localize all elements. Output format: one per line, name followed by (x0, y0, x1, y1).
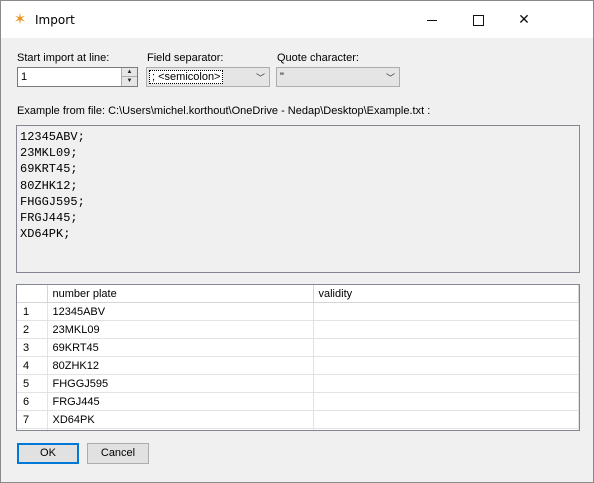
table-row[interactable]: 8 (17, 428, 579, 430)
table-row[interactable]: 3 69KRT45 (17, 338, 579, 357)
row-number: 7 (17, 410, 48, 429)
example-line: 12345ABV; (20, 130, 85, 144)
column-header-validity[interactable]: validity (313, 285, 579, 303)
import-dialog: ✶ Import ✕ Start import at line: 1 ▲ ▼ F… (0, 0, 594, 483)
cell-validity[interactable] (313, 410, 579, 429)
field-separator-label: Field separator: (147, 52, 224, 64)
cell-validity[interactable] (313, 428, 579, 430)
stepper-buttons: ▲ ▼ (121, 68, 137, 86)
example-preview[interactable]: 12345ABV; 23MKL09; 69KRT45; 80ZHK12; FHG… (16, 125, 580, 273)
row-number: 2 (17, 320, 48, 339)
quote-char-select[interactable]: " ﹀ (276, 67, 400, 87)
chevron-down-icon: ﹀ (385, 73, 395, 83)
close-icon: ✕ (518, 11, 530, 27)
cell-validity[interactable] (313, 374, 579, 393)
cell-validity[interactable] (313, 356, 579, 375)
cell-validity[interactable] (313, 320, 579, 339)
example-line: FHGGJ595; (20, 194, 85, 209)
row-number: 6 (17, 392, 48, 411)
close-button[interactable]: ✕ (501, 1, 547, 38)
cell-number-plate[interactable]: XD64PK (47, 410, 314, 429)
cancel-button[interactable]: Cancel (87, 443, 149, 464)
quote-char-label: Quote character: (277, 52, 359, 64)
table-row[interactable]: 4 80ZHK12 (17, 356, 579, 375)
example-line: XD64PK; (20, 227, 71, 242)
table-header-row: number plate validity (17, 285, 579, 303)
cell-number-plate[interactable]: 12345ABV (47, 302, 314, 321)
example-line: 80ZHK12; (20, 178, 78, 193)
minimize-icon (427, 19, 437, 21)
table-row[interactable]: 2 23MKL09 (17, 320, 579, 339)
row-number: 4 (17, 356, 48, 375)
example-line: 69KRT45; (20, 162, 78, 177)
cell-number-plate[interactable]: 80ZHK12 (47, 356, 314, 375)
start-line-stepper[interactable]: 1 ▲ ▼ (17, 67, 138, 87)
cell-number-plate[interactable]: 69KRT45 (47, 338, 314, 357)
quote-char-value: " (280, 71, 284, 83)
field-separator-value: ; <semicolon> (149, 70, 224, 84)
cell-number-plate[interactable]: FHGGJ595 (47, 374, 314, 393)
window-title: Import (35, 13, 75, 27)
maximize-icon (472, 14, 484, 26)
field-separator-select[interactable]: ; <semicolon> ﹀ (146, 67, 270, 87)
row-number: 8 (17, 428, 48, 430)
maximize-button[interactable] (455, 1, 501, 38)
stepper-up-icon[interactable]: ▲ (121, 68, 137, 77)
example-line: 23MKL09; (20, 146, 78, 161)
start-line-label: Start import at line: (17, 52, 110, 64)
title-bar[interactable]: ✶ Import ✕ (1, 1, 593, 38)
row-number: 3 (17, 338, 48, 357)
stepper-down-icon[interactable]: ▼ (121, 77, 137, 86)
start-line-value[interactable]: 1 (21, 71, 27, 83)
table-row[interactable]: 5 FHGGJ595 (17, 374, 579, 393)
column-header-index[interactable] (17, 285, 48, 303)
ok-button[interactable]: OK (17, 443, 79, 464)
example-line: FRGJ445; (20, 211, 78, 226)
table-row[interactable]: 1 12345ABV (17, 302, 579, 321)
cell-number-plate[interactable]: FRGJ445 (47, 392, 314, 411)
cell-validity[interactable] (313, 302, 579, 321)
star-icon: ✶ (13, 11, 27, 28)
row-number: 5 (17, 374, 48, 393)
cell-validity[interactable] (313, 392, 579, 411)
chevron-down-icon: ﹀ (255, 73, 265, 83)
preview-table[interactable]: number plate validity 1 12345ABV 2 23MKL… (16, 284, 580, 431)
row-number: 1 (17, 302, 48, 321)
cell-number-plate[interactable] (47, 428, 314, 430)
example-label: Example from file: C:\Users\michel.korth… (17, 105, 431, 117)
minimize-button[interactable] (409, 1, 455, 38)
table-row[interactable]: 7 XD64PK (17, 410, 579, 429)
cell-validity[interactable] (313, 338, 579, 357)
column-header-number-plate[interactable]: number plate (47, 285, 314, 303)
cell-number-plate[interactable]: 23MKL09 (47, 320, 314, 339)
table-row[interactable]: 6 FRGJ445 (17, 392, 579, 411)
